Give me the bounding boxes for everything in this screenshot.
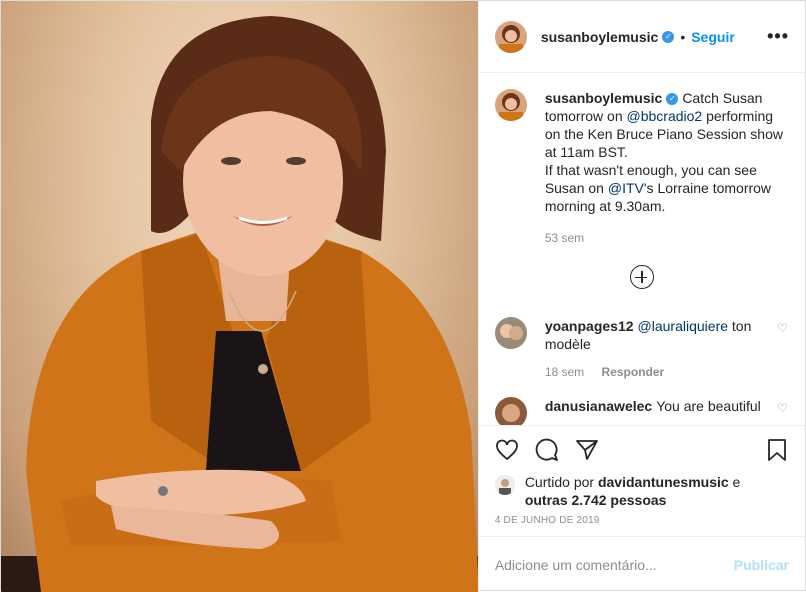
save-bookmark-icon[interactable] <box>765 438 789 462</box>
post-date[interactable]: 4 DE JUNHO DE 2019 <box>479 509 805 536</box>
likes-summary: Curtido por davidantunesmusic e outras 2… <box>479 473 805 509</box>
portrait-illustration <box>1 16 478 592</box>
comment-item: danusianawelec You are beautiful ♡ <box>494 397 789 425</box>
publish-button[interactable]: Publicar <box>734 557 789 573</box>
verified-badge-icon: ✓ <box>662 30 675 43</box>
likes-text: Curtido por davidantunesmusic e outras 2… <box>525 473 741 509</box>
post-photo[interactable] <box>1 1 478 592</box>
others-link[interactable]: outras 2.742 pessoas <box>525 492 667 508</box>
author-avatar[interactable] <box>494 20 527 53</box>
caption-time[interactable]: 53 sem <box>545 229 789 247</box>
caption-username[interactable]: susanboylemusic <box>545 90 663 106</box>
caption: susanboylemusic ✓ Catch Susan tomorrow on … <box>494 89 789 247</box>
share-paper-plane-icon[interactable] <box>575 438 599 462</box>
action-bar <box>478 425 805 473</box>
comment-bubble-icon[interactable] <box>535 438 559 462</box>
comment-body: yoanpages12 @lauraliquiere ton modèle 18 … <box>545 317 769 381</box>
comment-meta: 18 sem Responder <box>545 363 769 381</box>
caption-body: susanboylemusic ✓ Catch Susan tomorrow on … <box>545 89 789 247</box>
load-more-comments <box>495 265 789 289</box>
follow-button[interactable]: Seguir <box>691 29 735 45</box>
comment-input[interactable] <box>494 556 734 573</box>
mention-link[interactable]: @ITV <box>608 180 644 196</box>
comment-text: You are beautiful <box>656 398 761 414</box>
reply-button[interactable]: Responder <box>602 365 665 379</box>
liker-avatar[interactable] <box>494 475 515 495</box>
comments-section: susanboylemusic ✓ Catch Susan tomorrow on … <box>479 73 805 425</box>
verified-badge-icon: ✓ <box>666 93 679 106</box>
like-heart-icon[interactable] <box>495 438 519 462</box>
likes-prefix: Curtido por <box>524 474 598 490</box>
mention-link[interactable]: @bbcradio2 <box>627 108 703 124</box>
liker-username[interactable]: davidantunesmusic <box>598 474 729 490</box>
comment-time[interactable]: 18 sem <box>545 365 584 379</box>
mention-link[interactable]: @lauraliquiere <box>638 318 728 334</box>
comment-like-heart-icon[interactable]: ♡ <box>777 401 789 415</box>
plus-circle-icon[interactable] <box>629 265 654 289</box>
caption-avatar[interactable] <box>494 89 527 121</box>
add-comment-bar: Publicar <box>478 536 805 592</box>
likes-middle: e <box>728 474 741 490</box>
commenter-avatar[interactable] <box>494 317 527 349</box>
commenter-avatar[interactable] <box>494 397 527 425</box>
comment-body: danusianawelec You are beautiful <box>545 397 769 425</box>
separator-dot: • <box>680 28 686 45</box>
comment-like-heart-icon[interactable]: ♡ <box>777 321 789 335</box>
comment-username[interactable]: yoanpages12 <box>545 318 634 334</box>
post-panel: susanboylemusic ✓ • Seguir ••• susanboyl… <box>477 1 805 592</box>
more-options-icon[interactable]: ••• <box>767 26 789 47</box>
comment-username[interactable]: danusianawelec <box>545 398 652 414</box>
author-username[interactable]: susanboylemusic <box>541 29 659 45</box>
post-header: susanboylemusic ✓ • Seguir ••• <box>478 1 805 73</box>
instagram-post: susanboylemusic ✓ • Seguir ••• susanboyl… <box>0 0 806 592</box>
comment-item: yoanpages12 @lauraliquiere ton modèle 18 … <box>494 317 789 381</box>
